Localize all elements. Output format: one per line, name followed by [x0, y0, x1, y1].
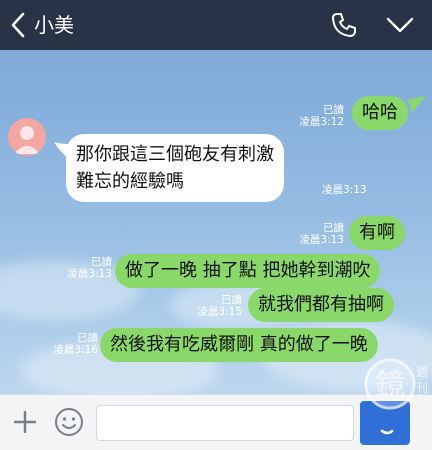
bubble-tail — [408, 96, 426, 112]
chat-header: 小美 — [0, 0, 432, 50]
message-meta: 已讀 凌晨3:12 — [292, 104, 344, 128]
incoming-message-bubble[interactable]: 那你跟這三個砲友有刺激 難忘的經驗嗎 — [66, 134, 284, 202]
message-meta: 凌晨3:13 — [322, 184, 367, 196]
outgoing-message-bubble[interactable]: 就我們都有抽啊 — [248, 288, 394, 322]
timestamp: 凌晨3:13 — [322, 184, 367, 196]
back-arrow-icon[interactable] — [8, 11, 28, 39]
message-text: 那你跟這三個砲友有刺激 — [76, 144, 274, 165]
timestamp: 凌晨3:13 — [299, 234, 344, 246]
message-text: 就我們都有抽啊 — [258, 294, 384, 315]
message-meta: 已讀 凌晨3:15 — [190, 294, 242, 318]
timestamp: 凌晨3:15 — [197, 306, 242, 318]
contact-name[interactable]: 小美 — [34, 12, 74, 38]
watermark-logo: 鏡 週 刊 — [364, 358, 428, 410]
message-text: 難忘的經驗嗎 — [76, 171, 184, 192]
read-receipt: 已讀 — [323, 222, 344, 234]
message-text: 哈哈 — [362, 102, 398, 123]
message-meta: 已讀 凌晨3:16 — [46, 332, 98, 356]
timestamp: 凌晨3:16 — [53, 344, 98, 356]
read-receipt: 已讀 — [323, 104, 344, 116]
read-receipt: 已讀 — [77, 332, 98, 344]
emoji-icon[interactable] — [54, 407, 84, 437]
timestamp: 凌晨3:12 — [299, 116, 344, 128]
outgoing-message-bubble[interactable]: 然後我有吃威爾剛 真的做了一晚 — [100, 328, 378, 362]
mirror-media-watermark: 鏡 週 刊 — [360, 352, 432, 414]
outgoing-message-bubble[interactable]: 哈哈 — [352, 96, 408, 130]
chat-area[interactable]: 已讀 凌晨3:12 哈哈 那你跟這三個砲友有刺激 難忘的經驗嗎 凌晨3:13 已… — [0, 50, 432, 394]
outgoing-message-bubble[interactable]: 有啊 — [349, 216, 405, 250]
plus-icon[interactable] — [12, 409, 38, 435]
message-meta: 已讀 凌晨3:13 — [292, 222, 344, 246]
message-text: 然後我有吃威爾剛 真的做了一晚 — [110, 334, 368, 355]
read-receipt: 已讀 — [91, 256, 112, 268]
message-input[interactable] — [96, 405, 354, 441]
timestamp: 凌晨3:13 — [67, 268, 112, 280]
svg-text:刊: 刊 — [416, 381, 428, 395]
read-receipt: 已讀 — [221, 294, 242, 306]
phone-icon[interactable] — [330, 11, 358, 39]
chevron-down-icon[interactable] — [385, 15, 415, 35]
message-text: 做了一晚 抽了點 把她幹到潮吹 — [125, 260, 371, 281]
svg-text:鏡: 鏡 — [375, 368, 405, 403]
avatar-person-icon — [14, 126, 40, 154]
message-meta: 已讀 凌晨3:13 — [60, 256, 112, 280]
message-text: 有啊 — [359, 222, 395, 243]
svg-text:週: 週 — [416, 365, 428, 379]
outgoing-message-bubble[interactable]: 做了一晚 抽了點 把她幹到潮吹 — [115, 254, 381, 288]
avatar[interactable] — [8, 118, 46, 156]
